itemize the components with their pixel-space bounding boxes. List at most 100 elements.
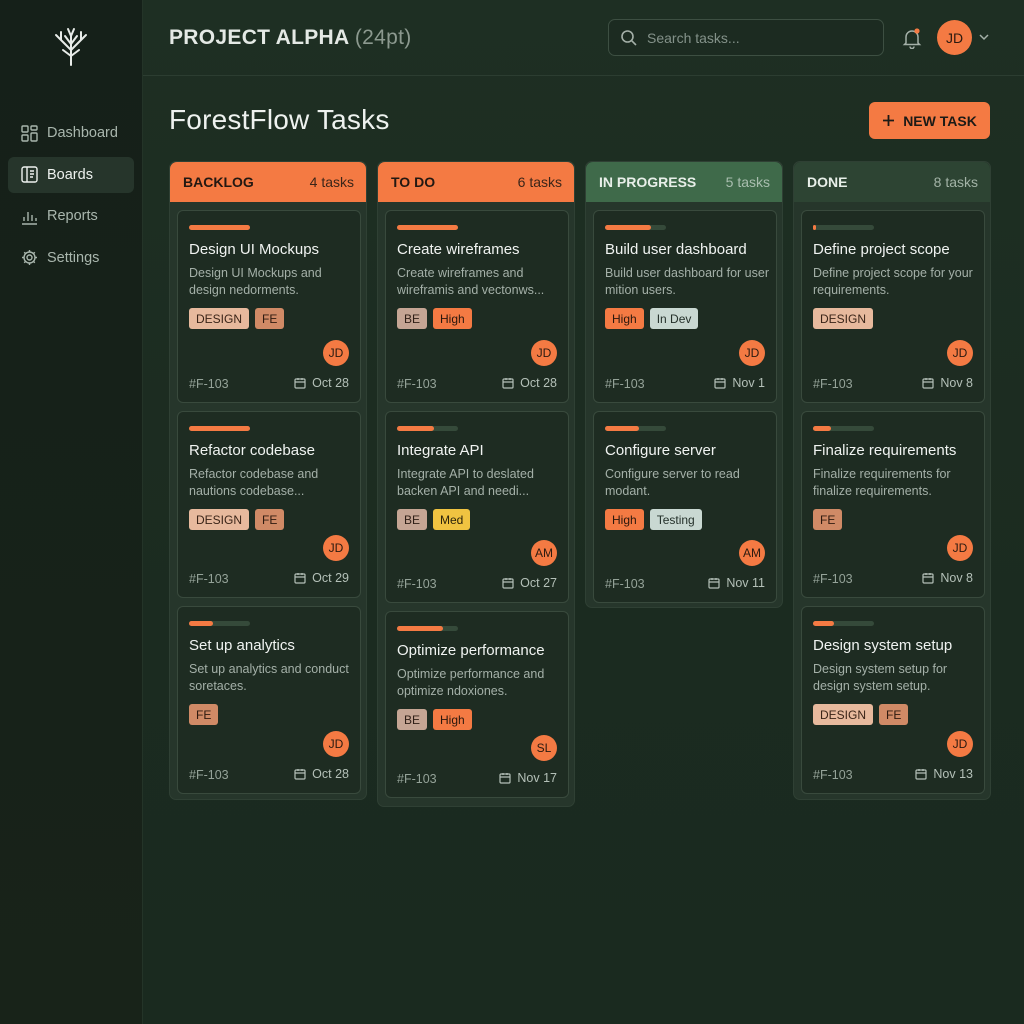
card-id: #F-103	[813, 572, 853, 586]
card-id: #F-103	[813, 768, 853, 782]
task-card[interactable]: Define project scope Define project scope…	[801, 210, 985, 403]
task-card[interactable]: Configure server Configure server to read…	[593, 411, 777, 603]
column-title: BACKLOG	[183, 174, 254, 190]
card-title: Refactor codebase	[189, 442, 315, 459]
card-date-label: Nov 8	[940, 376, 973, 390]
assignee-avatar[interactable]: JD	[531, 340, 557, 366]
tag-badge: BE	[397, 709, 428, 730]
page-title: ForestFlow Tasks	[169, 104, 390, 135]
column-header[interactable]: BACKLOG 4 tasks	[170, 162, 366, 202]
card-title: Set up analytics	[189, 637, 295, 654]
task-card[interactable]: Create wireframes Create wireframes and w…	[385, 210, 569, 403]
tag-badge: Med	[433, 509, 471, 530]
progress-bar	[605, 426, 666, 431]
calendar-icon	[922, 573, 934, 584]
sidebar-item-settings[interactable]: Settings	[8, 240, 134, 276]
column-title: IN PROGRESS	[599, 174, 697, 190]
card-description: Finalize requirements for finalize requi…	[813, 467, 951, 498]
card-title: Finalize requirements	[813, 442, 957, 459]
column-header[interactable]: DONE 8 tasks	[794, 162, 990, 202]
progress-fill	[605, 426, 639, 431]
card-title: Design system setup	[813, 637, 953, 654]
plus-icon	[883, 115, 895, 126]
tag-badge: DESIGN	[189, 308, 250, 329]
assignee-avatar[interactable]: AM	[739, 540, 765, 566]
card-date-label: Nov 13	[933, 767, 973, 781]
assignee-avatar[interactable]: AM	[531, 540, 557, 566]
progress-bar	[605, 225, 666, 230]
assignee-avatar[interactable]: JD	[947, 340, 973, 366]
card-date-label: Nov 1	[732, 376, 765, 390]
task-card[interactable]: Refactor codebase Refactor codebase and n…	[177, 411, 361, 598]
progress-fill	[605, 225, 651, 230]
column-backlog: BACKLOG 4 tasks Design UI Mockups Design UI…	[169, 161, 367, 800]
new-task-button[interactable]: NEW TASK	[869, 102, 990, 139]
assignee-avatar[interactable]: JD	[947, 731, 973, 757]
card-id: #F-103	[189, 768, 229, 782]
task-card[interactable]: Optimize performance Optimize performance…	[385, 611, 569, 798]
tag-badge: DESIGN	[813, 308, 874, 329]
assignee-avatar[interactable]: JD	[947, 535, 973, 561]
task-card[interactable]: Finalize requirements Finalize requiremen…	[801, 411, 985, 598]
progress-bar	[813, 426, 874, 431]
column-header[interactable]: TO DO 6 tasks	[378, 162, 574, 202]
sidebar-item-label: Dashboard	[47, 125, 118, 141]
card-title: Define project scope	[813, 241, 950, 258]
card-due-date: Nov 8	[922, 571, 973, 585]
progress-fill	[813, 426, 832, 431]
card-description: Design system setup for design system se…	[813, 662, 948, 693]
board-icon	[20, 166, 38, 184]
progress-bar	[397, 225, 458, 230]
assignee-avatar[interactable]: JD	[739, 340, 765, 366]
tag-badge: FE	[879, 704, 909, 725]
card-due-date: Nov 11	[708, 576, 765, 590]
task-card[interactable]: Design UI Mockups Design UI Mockups and d…	[177, 210, 361, 403]
assignee-avatar[interactable]: JD	[323, 731, 349, 757]
tag-badge: High	[433, 308, 472, 329]
tag-badge: DESIGN	[189, 509, 250, 530]
task-card[interactable]: Set up analytics Set up analytics and con…	[177, 606, 361, 794]
progress-fill	[813, 225, 817, 230]
tree-icon[interactable]	[52, 26, 90, 66]
assignee-avatar[interactable]: SL	[531, 735, 557, 761]
assignee-avatar[interactable]: JD	[323, 535, 349, 561]
card-tags: FE	[813, 509, 843, 530]
calendar-icon	[922, 378, 934, 389]
tag-badge: High	[605, 509, 644, 530]
column-title: TO DO	[391, 174, 436, 190]
card-id: #F-103	[189, 377, 229, 391]
card-tags: BE High	[397, 709, 472, 730]
tag-badge: High	[433, 709, 472, 730]
card-id: #F-103	[397, 772, 437, 786]
assignee-avatar[interactable]: JD	[323, 340, 349, 366]
progress-fill	[397, 225, 458, 230]
tag-badge: FE	[255, 308, 285, 329]
bell-icon[interactable]	[902, 27, 922, 49]
calendar-icon	[708, 578, 720, 589]
main-area: PROJECT ALPHA (24pt) JD ForestFlow Tasks…	[143, 0, 1024, 1024]
search-input[interactable]	[647, 29, 867, 46]
search-box[interactable]	[608, 19, 884, 56]
calendar-icon	[502, 578, 514, 589]
sidebar-item-boards[interactable]: Boards	[8, 156, 134, 193]
column-header[interactable]: IN PROGRESS 5 tasks	[586, 162, 782, 202]
task-card[interactable]: Build user dashboard Build user dashboard…	[593, 210, 777, 403]
card-due-date: Nov 13	[915, 767, 973, 781]
chevron-down-icon[interactable]	[978, 32, 990, 42]
card-tags: FE	[189, 704, 219, 725]
progress-fill	[189, 621, 214, 626]
task-card[interactable]: Integrate API Integrate API to deslated b…	[385, 411, 569, 603]
card-description: Define project scope for your requiremen…	[813, 266, 973, 297]
card-due-date: Nov 1	[714, 376, 765, 390]
card-id: #F-103	[397, 377, 437, 391]
card-tags: BE Med	[397, 509, 471, 530]
user-avatar[interactable]: JD	[937, 20, 972, 55]
task-card[interactable]: Design system setup Design system setup f…	[801, 606, 985, 794]
tag-badge: BE	[397, 308, 428, 329]
sidebar-item-dashboard[interactable]: Dashboard	[8, 115, 134, 151]
card-due-date: Oct 28	[294, 767, 349, 781]
card-due-date: Oct 28	[294, 376, 349, 390]
card-title: Design UI Mockups	[189, 241, 320, 258]
search-icon	[621, 29, 637, 46]
sidebar-item-reports[interactable]: Reports	[8, 198, 134, 234]
